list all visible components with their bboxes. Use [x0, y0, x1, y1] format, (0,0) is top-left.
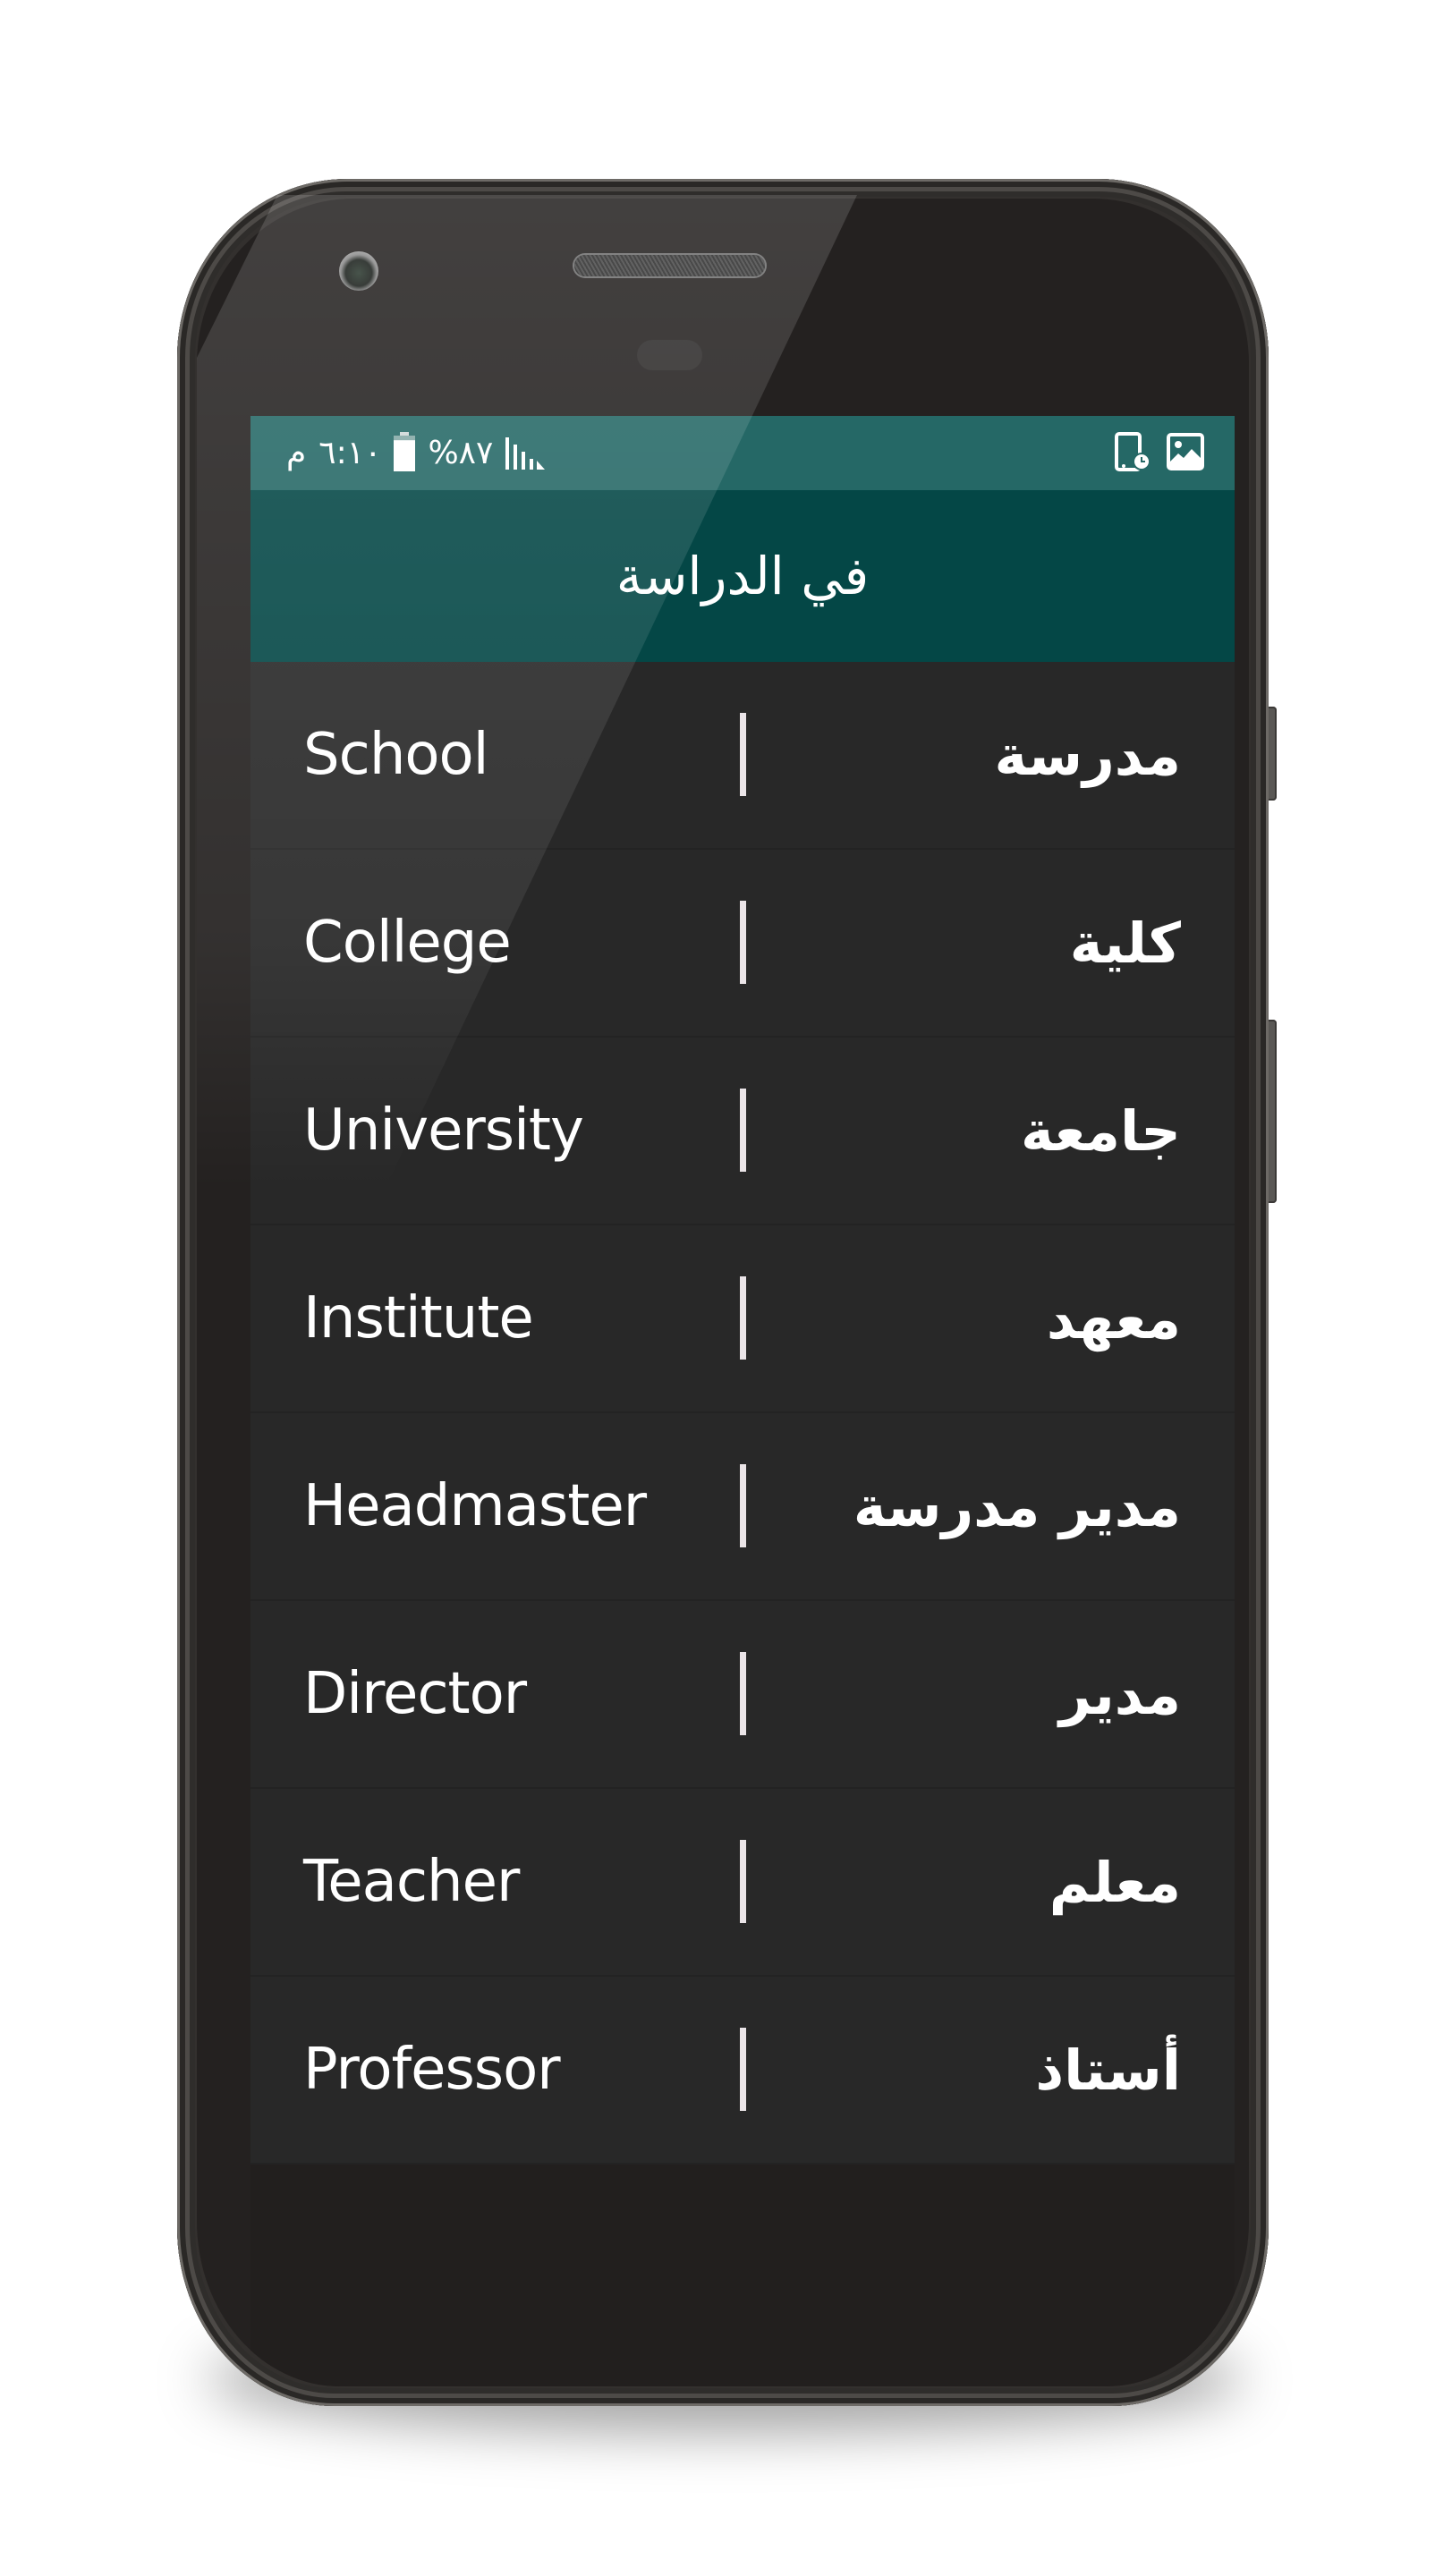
battery-percent: %٨٧	[428, 434, 494, 471]
proximity-sensor	[637, 340, 702, 370]
screen-time-icon	[1115, 431, 1151, 475]
list-item[interactable]: University جامعة	[250, 1038, 1235, 1225]
signal-icon	[505, 434, 546, 473]
earpiece-speaker	[574, 255, 765, 276]
english-word: College	[303, 910, 512, 976]
status-am-pm: م	[286, 434, 307, 471]
column-divider	[740, 713, 746, 796]
status-bar-left: م ٦:١٠ %٨٧	[286, 416, 546, 490]
status-bar-right	[1115, 416, 1204, 490]
battery-icon	[394, 431, 416, 475]
column-divider	[740, 1652, 746, 1735]
column-divider	[740, 1276, 746, 1360]
list-item[interactable]: School مدرسة	[250, 662, 1235, 850]
phone-face: م ٦:١٠ %٨٧ في الدراسة School مدرسة Colle…	[197, 199, 1249, 2386]
column-divider	[740, 1464, 746, 1547]
arabic-word: كلية	[1069, 910, 1181, 976]
vocabulary-list: School مدرسة College كلية University جام…	[250, 662, 1235, 2165]
list-item[interactable]: Headmaster مدير مدرسة	[250, 1413, 1235, 1601]
list-item[interactable]: Director مدير	[250, 1601, 1235, 1789]
list-item[interactable]: Teacher معلم	[250, 1789, 1235, 1977]
arabic-word: معلم	[1049, 1849, 1181, 1915]
arabic-word: مدرسة	[994, 722, 1181, 788]
list-item[interactable]: Institute معهد	[250, 1225, 1235, 1413]
arabic-word: أستاذ	[1035, 2037, 1181, 2103]
screen: م ٦:١٠ %٨٧ في الدراسة School مدرسة Colle…	[250, 416, 1235, 2386]
english-word: Headmaster	[303, 1473, 647, 1539]
page-title: في الدراسة	[616, 546, 870, 606]
column-divider	[740, 1840, 746, 1923]
arabic-word: جامعة	[1021, 1097, 1181, 1164]
english-word: School	[303, 722, 488, 788]
list-item[interactable]: Professor أستاذ	[250, 1977, 1235, 2165]
english-word: Institute	[303, 1285, 534, 1352]
column-divider	[740, 1089, 746, 1172]
english-word: Professor	[303, 2037, 561, 2103]
image-icon	[1167, 432, 1204, 474]
english-word: Teacher	[303, 1849, 520, 1915]
english-word: University	[303, 1097, 584, 1164]
arabic-word: مدير	[1058, 1661, 1181, 1727]
phone-frame: م ٦:١٠ %٨٧ في الدراسة School مدرسة Colle…	[177, 179, 1269, 2406]
status-bar: م ٦:١٠ %٨٧	[250, 416, 1235, 490]
column-divider	[740, 2028, 746, 2111]
english-word: Director	[303, 1661, 527, 1727]
arabic-word: مدير مدرسة	[853, 1473, 1181, 1539]
app-bar: في الدراسة	[250, 490, 1235, 662]
column-divider	[740, 901, 746, 984]
list-item[interactable]: College كلية	[250, 850, 1235, 1038]
status-time: ٦:١٠	[318, 434, 382, 471]
arabic-word: معهد	[1046, 1285, 1181, 1352]
front-camera-icon	[339, 251, 378, 291]
